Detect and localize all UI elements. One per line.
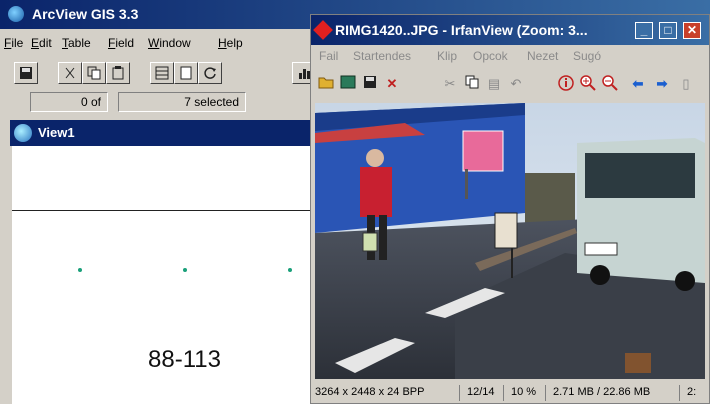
save-button[interactable] (14, 62, 38, 84)
image-icon[interactable] (339, 75, 357, 93)
status-zoom: 10 % (511, 386, 537, 398)
globe-icon (8, 6, 24, 22)
cut-icon[interactable]: ✂ (441, 75, 459, 93)
menu-window[interactable]: Window (148, 36, 191, 50)
status-size: 2.71 MB / 22.86 MB (553, 386, 651, 398)
menu-view[interactable]: Nezet (527, 49, 558, 63)
status-index: 12/14 (467, 386, 495, 398)
refresh-button[interactable] (198, 62, 222, 84)
page-icon (180, 66, 192, 80)
info-icon[interactable] (557, 75, 575, 93)
menu-file[interactable]: Fail (319, 49, 338, 63)
chart-icon (299, 69, 310, 79)
zoom-out-icon[interactable] (601, 75, 619, 93)
map-boundary-line (12, 210, 312, 211)
delete-icon[interactable]: ✕ (383, 75, 401, 93)
open-folder-icon[interactable] (317, 75, 335, 93)
close-button[interactable]: ✕ (683, 22, 701, 39)
irfanview-window: RIMG1420..JPG - IrfanView (Zoom: 3... _ … (310, 14, 710, 404)
map-point (183, 268, 187, 272)
cut-button[interactable] (58, 62, 82, 84)
page-icon[interactable]: ▯ (677, 75, 695, 93)
arcview-title: ArcView GIS 3.3 (32, 6, 139, 22)
paste-icon[interactable]: ▤ (485, 75, 503, 93)
menu-table[interactable]: Table (62, 36, 91, 50)
copy-icon[interactable] (463, 75, 481, 93)
globe-icon (14, 124, 32, 142)
save-icon[interactable] (361, 75, 379, 93)
copy-button[interactable] (82, 62, 106, 84)
zoom-in-icon[interactable] (579, 75, 597, 93)
minimize-button[interactable]: _ (635, 22, 653, 39)
table-icon (155, 66, 169, 80)
paste-button[interactable] (106, 62, 130, 84)
photo-image (315, 103, 705, 379)
irfanview-logo-icon (313, 20, 333, 40)
maximize-button[interactable]: □ (659, 22, 677, 39)
irfanview-title: RIMG1420..JPG - IrfanView (Zoom: 3... (335, 22, 588, 38)
menu-file[interactable]: File (4, 36, 23, 50)
menu-help[interactable]: Sugó (573, 49, 601, 63)
paste-icon (112, 66, 124, 80)
menu-edit[interactable]: Edit (31, 36, 52, 50)
status-dimensions: 3264 x 2448 x 24 BPP (315, 386, 425, 398)
save-icon (20, 67, 32, 79)
menu-options[interactable]: Opcok (473, 49, 508, 63)
arrow-right-icon[interactable]: ➡ (653, 75, 671, 93)
open-table-button[interactable] (150, 62, 174, 84)
menu-image[interactable]: Klip (437, 49, 457, 63)
photo-view[interactable] (315, 103, 705, 379)
menu-edit[interactable]: Startendes (353, 49, 411, 63)
status-divider (503, 385, 504, 401)
scissors-icon (65, 67, 75, 79)
map-label: 88-113 (148, 346, 221, 373)
copy-icon (87, 66, 101, 80)
map-point (78, 268, 82, 272)
irfanview-toolbar: ✕ ✂ ▤ ↶ ⬅ ➡ ▯ (311, 75, 709, 95)
arrow-left-icon[interactable]: ⬅ (629, 75, 647, 93)
status-divider (679, 385, 680, 401)
irfanview-status-bar: 3264 x 2448 x 24 BPP 12/14 10 % 2.71 MB … (311, 383, 709, 403)
select-all-button[interactable] (174, 62, 198, 84)
view-title: View1 (38, 125, 75, 140)
refresh-icon (204, 67, 216, 79)
menu-field[interactable]: Field (108, 36, 134, 50)
selection-selected: 7 selected (118, 92, 246, 112)
selection-count: 0 of (30, 92, 108, 112)
map-point (288, 268, 292, 272)
irfanview-title-bar[interactable]: RIMG1420..JPG - IrfanView (Zoom: 3... _ … (311, 15, 709, 45)
status-divider (545, 385, 546, 401)
status-divider (459, 385, 460, 401)
menu-help[interactable]: Help (218, 36, 243, 50)
undo-icon[interactable]: ↶ (507, 75, 525, 93)
status-extra: 2: (687, 386, 697, 398)
view-title-bar[interactable]: View1 (10, 120, 310, 146)
